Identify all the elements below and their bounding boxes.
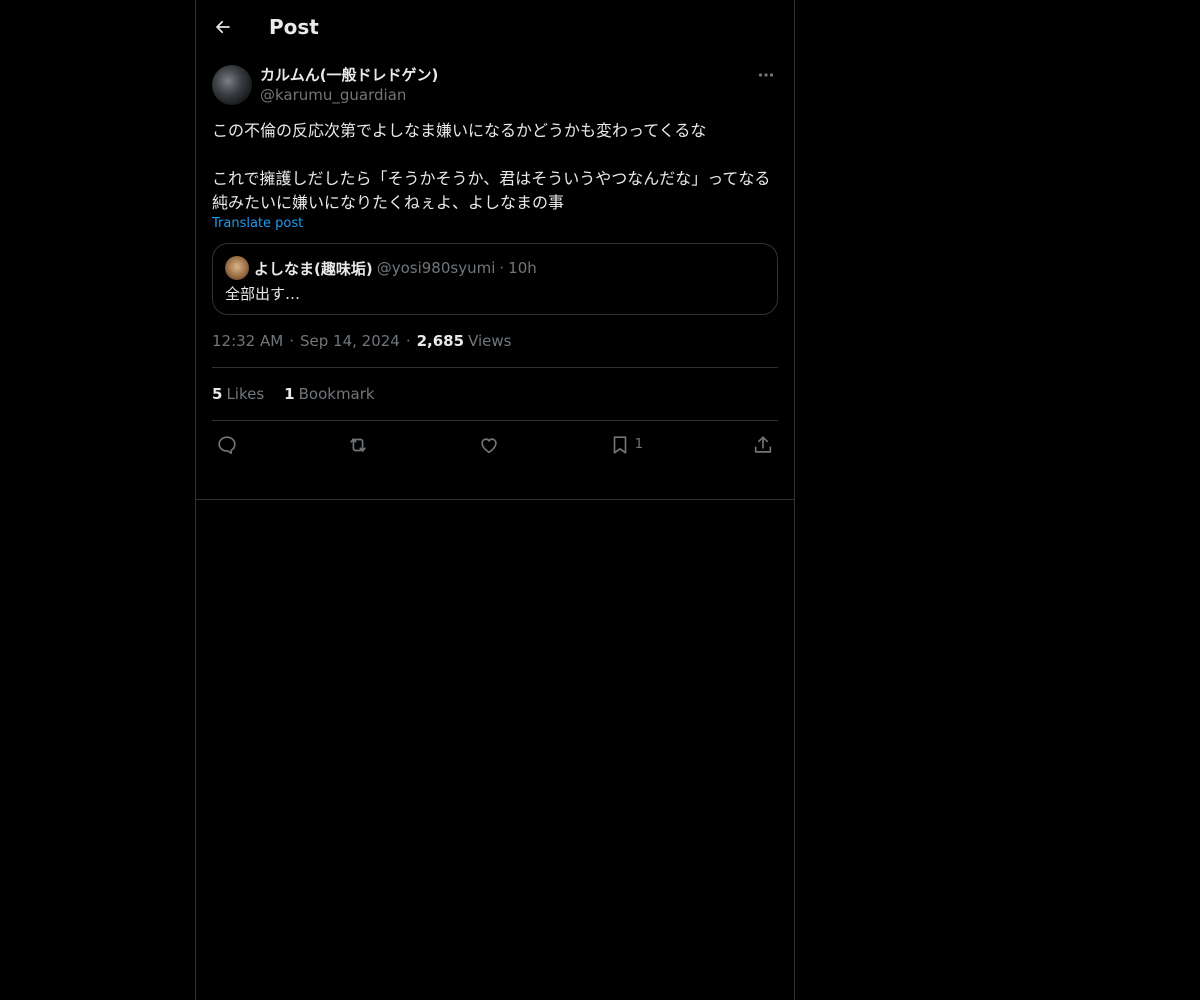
action-bar: 1 [212, 421, 778, 468]
heart-icon [481, 437, 497, 453]
likes-label: Likes [226, 385, 265, 403]
views-label: Views [468, 332, 512, 350]
back-button[interactable] [206, 10, 240, 44]
like-button[interactable] [478, 434, 500, 456]
views-count: 2,685 [416, 332, 465, 350]
quoted-author-handle: @yosi980syumi [376, 259, 496, 277]
quoted-avatar [225, 256, 249, 280]
post-time[interactable]: 12:32 AM [212, 332, 283, 350]
avatar[interactable] [212, 65, 252, 105]
post-meta: 12:32 AM · Sep 14, 2024 · 2,685 Views [212, 331, 778, 351]
repost-icon [350, 437, 366, 452]
more-button[interactable] [754, 65, 778, 85]
reply-button[interactable] [216, 434, 238, 456]
bookmarks-stat[interactable]: 1 Bookmark [284, 385, 374, 403]
author-handle[interactable]: @karumu_guardian [260, 85, 438, 105]
meta-separator: · [405, 332, 411, 350]
post-date[interactable]: Sep 14, 2024 [300, 332, 400, 350]
bookmarks-label: Bookmark [298, 385, 375, 403]
translate-post-link[interactable]: Translate post [212, 216, 778, 231]
quoted-time: 10h [508, 259, 537, 277]
post: カルムん(一般ドレドゲン) @karumu_guardian この不倫の反応次第… [196, 65, 794, 468]
meta-separator: · [289, 332, 294, 350]
bookmark-count: 1 [634, 437, 644, 452]
more-horizontal-icon [758, 73, 774, 77]
share-button[interactable] [752, 434, 774, 456]
bookmarks-count: 1 [284, 385, 295, 403]
engagement-stats: 5 Likes 1 Bookmark [212, 368, 778, 420]
quoted-text: 全部出す… [225, 285, 301, 303]
page-title: Post [269, 14, 319, 39]
likes-count: 5 [212, 385, 223, 403]
share-icon [754, 435, 772, 453]
author-info: カルムん(一般ドレドゲン) @karumu_guardian [260, 65, 438, 105]
bookmark-icon [613, 435, 627, 454]
reply-icon [218, 435, 236, 454]
post-column: Post カルムん(一般ドレドゲン) @karumu_guardian この不倫… [195, 0, 795, 1000]
likes-stat[interactable]: 5 Likes [212, 385, 264, 403]
repost-button[interactable] [347, 434, 369, 456]
post-bottom-border [196, 499, 794, 500]
quoted-post-header: よしなま(趣味垢) @yosi980syumi · 10h [225, 256, 765, 280]
quoted-post[interactable]: よしなま(趣味垢) @yosi980syumi · 10h 全部出す… [212, 243, 778, 315]
quoted-author-name: よしなま(趣味垢) [254, 259, 373, 278]
author-row: カルムん(一般ドレドゲン) @karumu_guardian [212, 65, 778, 105]
author-name[interactable]: カルムん(一般ドレドゲン) [260, 65, 438, 85]
bookmark-button[interactable]: 1 [609, 434, 643, 456]
post-text: この不倫の反応次第でよしなま嫌いになるかどうかも変わってくるな これで擁護しだし… [212, 121, 771, 212]
arrow-left-icon [216, 20, 230, 33]
header: Post [196, 0, 794, 53]
quoted-separator: · [499, 259, 505, 277]
